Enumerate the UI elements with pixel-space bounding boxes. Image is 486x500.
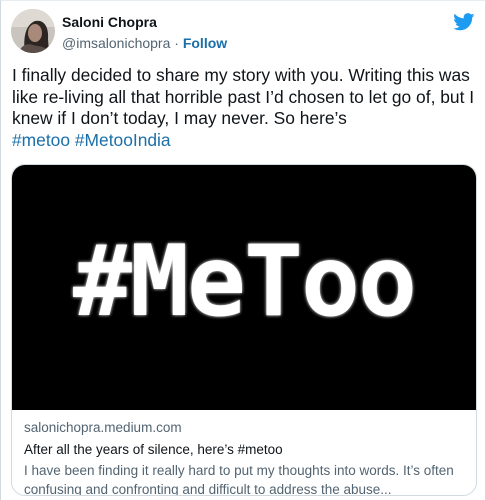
- card-image-text: #MeToo: [72, 225, 417, 339]
- link-card[interactable]: #MeToo salonichopra.medium.com After all…: [11, 164, 477, 496]
- author-info: Saloni Chopra @imsalonichopra · Follow: [62, 14, 227, 52]
- tweet-text: I finally decided to share my story with…: [12, 65, 478, 151]
- card-description: I have been finding it really hard to pu…: [24, 463, 454, 496]
- hashtag-metoo[interactable]: #metoo: [12, 130, 70, 150]
- separator: ·: [174, 35, 179, 51]
- author-handle-row: @imsalonichopra · Follow: [62, 35, 227, 52]
- avatar[interactable]: [11, 9, 55, 53]
- tweet-body: I finally decided to share my story with…: [12, 65, 475, 128]
- tweet-embed: Saloni Chopra @imsalonichopra · Follow I…: [0, 0, 486, 500]
- card-title[interactable]: After all the years of silence, here’s #…: [24, 442, 469, 458]
- card-text: salonichopra.medium.com After all the ye…: [24, 420, 469, 496]
- tweet-header: Saloni Chopra @imsalonichopra · Follow: [11, 9, 477, 59]
- follow-link[interactable]: Follow: [183, 35, 227, 51]
- twitter-bird-icon[interactable]: [453, 13, 475, 31]
- author-handle[interactable]: @imsalonichopra: [62, 35, 170, 51]
- hashtag-metooindia[interactable]: #MetooIndia: [75, 130, 171, 150]
- card-image[interactable]: #MeToo: [12, 165, 476, 410]
- card-domain: salonichopra.medium.com: [24, 420, 182, 435]
- author-display-name[interactable]: Saloni Chopra: [62, 14, 227, 31]
